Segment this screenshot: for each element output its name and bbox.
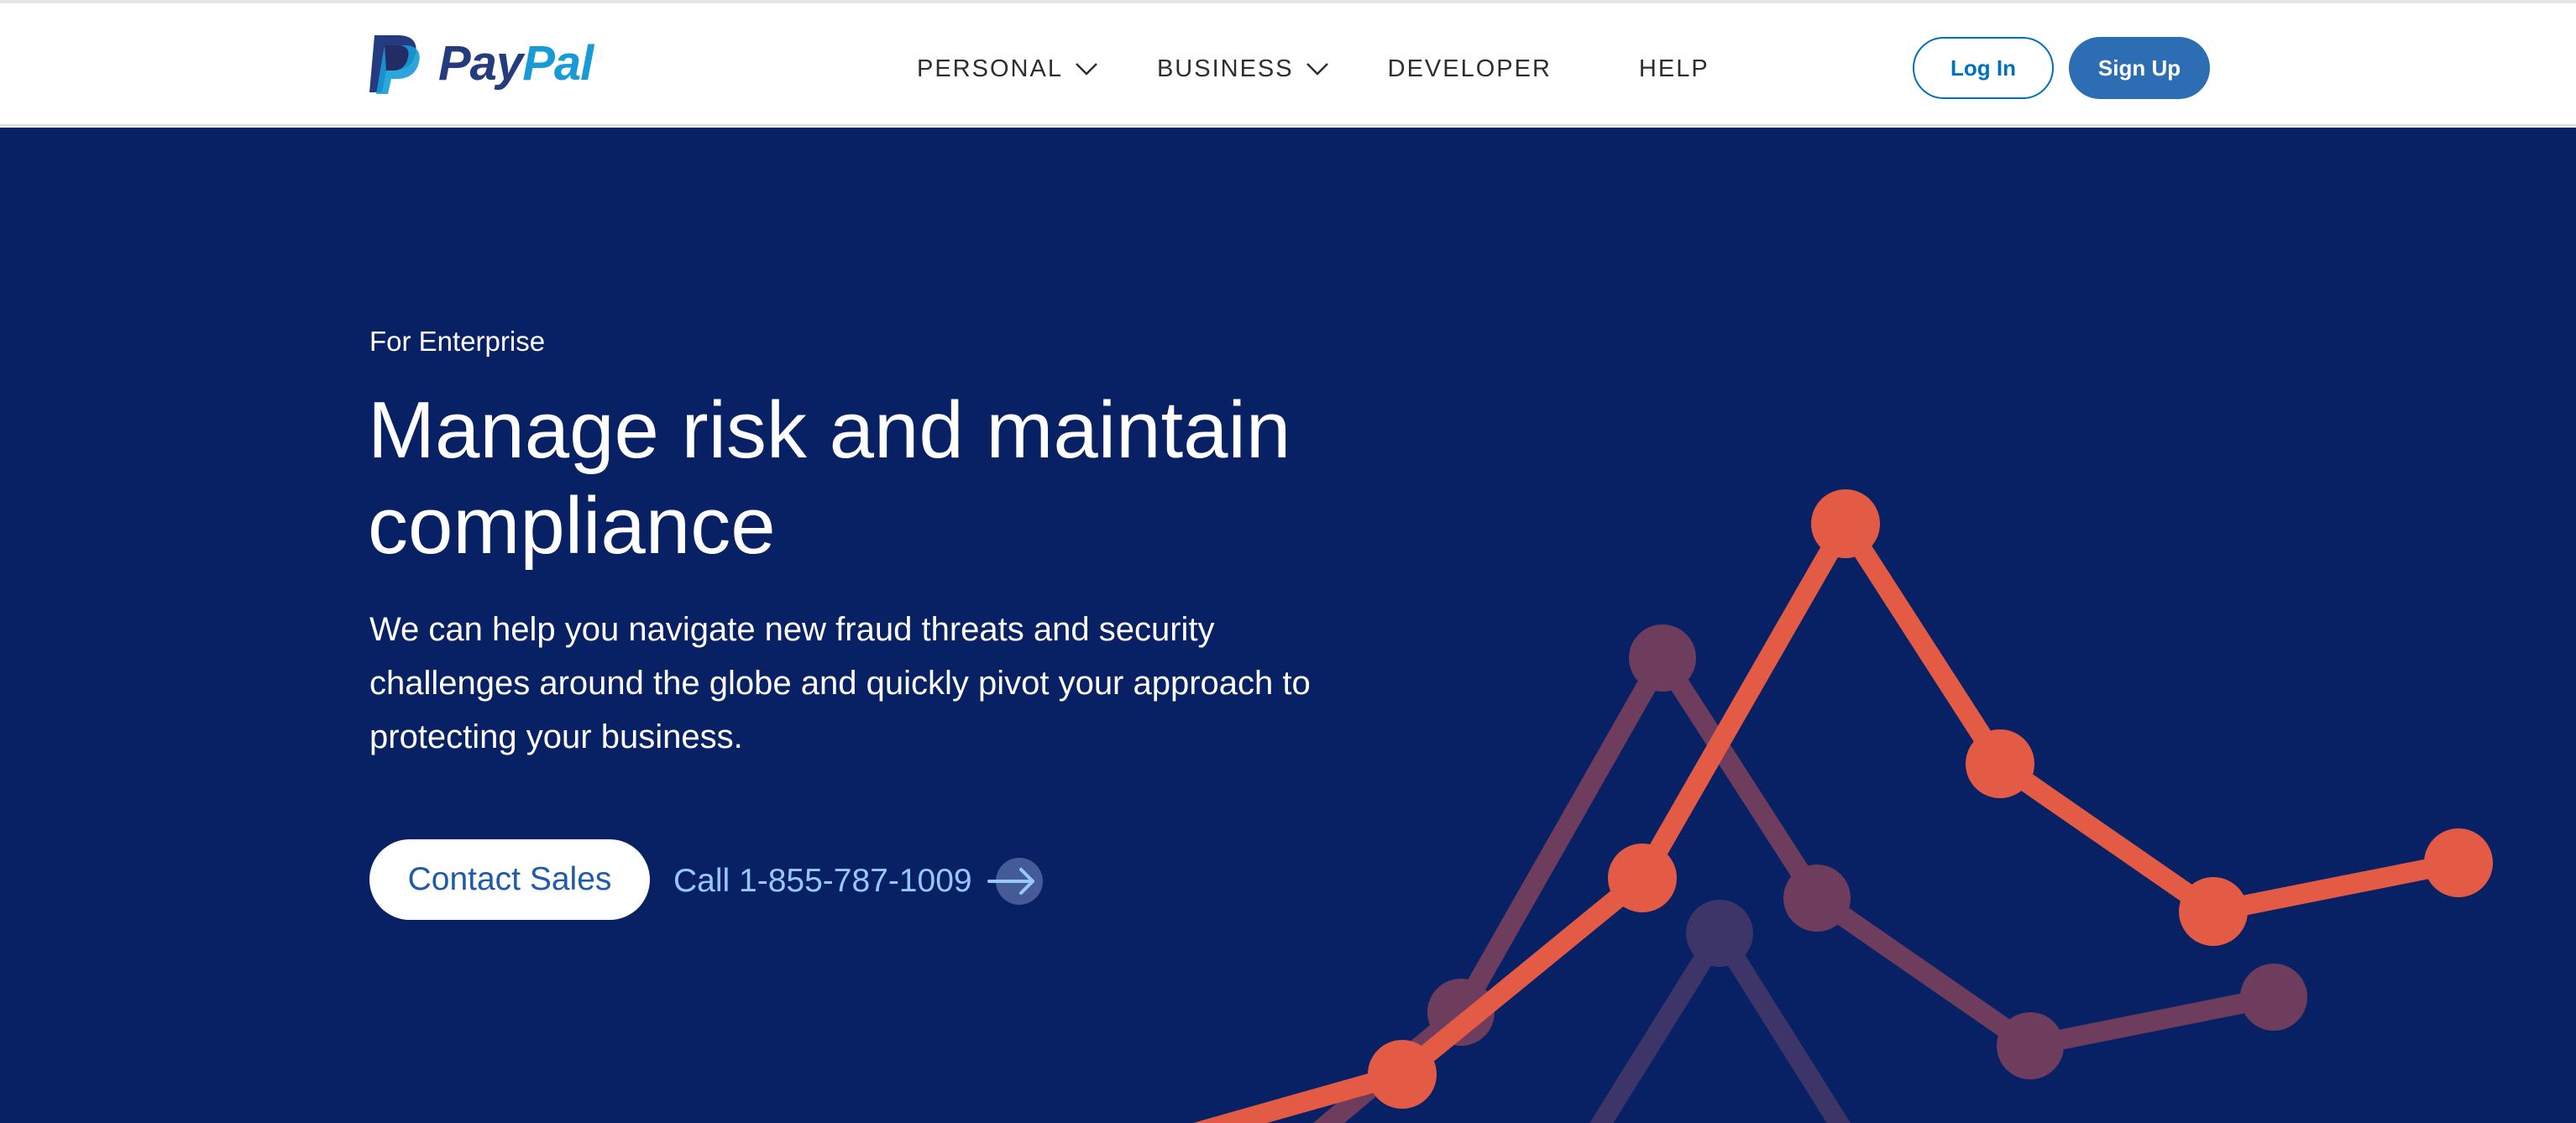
- graph-line-accent: [1192, 489, 2493, 1123]
- phone-call-link[interactable]: Call 1-855-787-1009: [673, 854, 1045, 908]
- nav-developer[interactable]: DEVELOPER: [1388, 55, 1552, 83]
- contact-sales-button[interactable]: Contact Sales: [369, 839, 650, 920]
- nav-personal-label: PERSONAL: [917, 55, 1063, 82]
- signup-button[interactable]: Sign Up: [2069, 37, 2210, 99]
- nav-help[interactable]: HELP: [1639, 55, 1709, 83]
- hero-section: For Enterprise Manage risk and maintain …: [0, 128, 2576, 1123]
- nav-business[interactable]: BUSINESS: [1157, 55, 1329, 83]
- hero-description: We can help you navigate new fraud threa…: [369, 611, 1311, 755]
- paypal-logo[interactable]: PayPal: [368, 32, 594, 96]
- main-nav: PERSONAL BUSINESS DEVELOPER HELP: [917, 42, 1709, 96]
- arrow-right-icon: [987, 858, 1043, 905]
- nav-developer-label: DEVELOPER: [1387, 55, 1552, 82]
- nav-help-label: HELP: [1638, 55, 1709, 82]
- wordmark-pay: Pay: [438, 36, 523, 91]
- paypal-p-icon: [369, 35, 420, 94]
- hero-headline: Manage risk and maintain compliance: [368, 385, 1291, 571]
- hero-eyebrow: For Enterprise: [369, 326, 546, 357]
- wordmark-pal: Pal: [522, 36, 594, 91]
- nav-personal[interactable]: PERSONAL: [917, 55, 1098, 83]
- paypal-wordmark: PayPal: [438, 32, 594, 96]
- chevron-down-icon: [1076, 63, 1097, 76]
- phone-call-label: Call 1-855-787-1009: [673, 863, 972, 899]
- top-navigation-bar: PayPal PERSONAL BUSINESS DEVELOPER HELP …: [0, 3, 2576, 126]
- nav-business-label: BUSINESS: [1156, 55, 1294, 82]
- graph-line-faint: [1589, 900, 1851, 1123]
- login-button[interactable]: Log In: [1913, 37, 2054, 99]
- chevron-down-icon: [1306, 63, 1328, 76]
